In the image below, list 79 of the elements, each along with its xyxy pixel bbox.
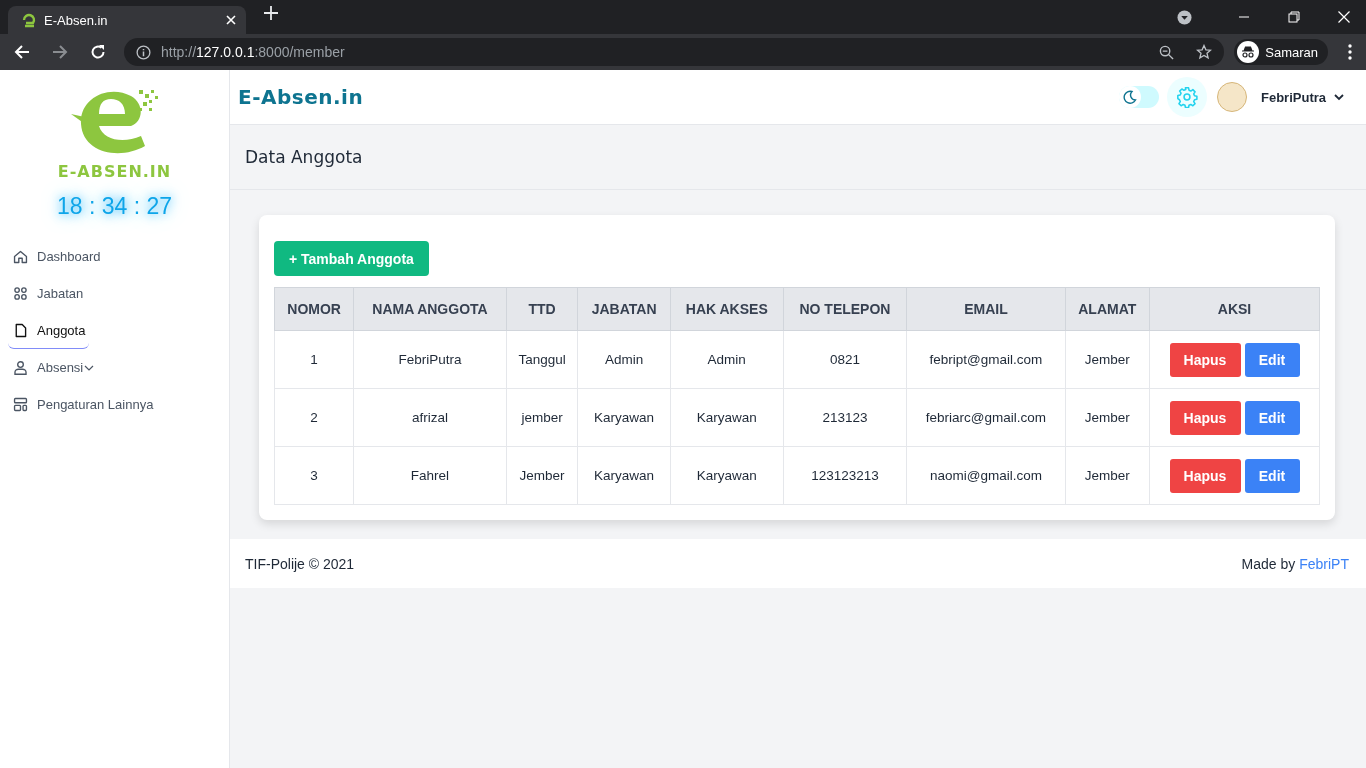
sidebar-item[interactable]: Dashboard	[8, 238, 105, 275]
clock-text: 18 : 34 : 27	[56, 193, 173, 220]
chevron-down-icon[interactable]	[1334, 93, 1344, 101]
user-name[interactable]: FebriPutra	[1261, 89, 1326, 105]
tab-title: E-Absen.in	[44, 12, 109, 28]
delete-button[interactable]: Hapus	[1169, 342, 1241, 377]
column-header: AKSI	[1149, 287, 1320, 331]
edit-button[interactable]: Edit	[1244, 458, 1300, 493]
column-header: JABATAN	[577, 287, 671, 331]
star-icon[interactable]	[1196, 44, 1213, 60]
brand-title: E-Absen.in	[238, 85, 365, 109]
sidebar-item[interactable]: Jabatan	[8, 275, 88, 312]
page-title: Data Anggota	[230, 125, 1366, 190]
profile-button[interactable]: Samaran	[1234, 39, 1328, 65]
e-logo-icon	[22, 12, 36, 28]
table-cell: 0821	[783, 330, 907, 389]
back-icon[interactable]	[14, 44, 30, 60]
table-cell: Jember	[1065, 330, 1150, 389]
table-cell: Fahrel	[353, 446, 507, 505]
chevron-down-icon	[84, 364, 95, 371]
table-cell: naomi@gmail.com	[906, 446, 1066, 505]
reload-icon[interactable]	[90, 44, 106, 60]
sidebar-item[interactable]: Pengaturan Lainnya	[8, 386, 158, 423]
forward-icon[interactable]	[52, 44, 68, 60]
delete-button[interactable]: Hapus	[1169, 400, 1241, 435]
table-cell: Jember	[1065, 388, 1150, 447]
footer-credit: Made by FebriPT	[1241, 555, 1349, 572]
grid-icon	[12, 285, 29, 302]
table-cell: 213123	[783, 388, 907, 447]
table-cell: Karyawan	[577, 446, 671, 505]
table-cell: Tanggul	[506, 330, 578, 389]
column-header: NO TELEPON	[783, 287, 907, 331]
url-text: http://127.0.0.1:8000/member	[161, 44, 346, 60]
table-cell: FebriPutra	[353, 330, 507, 389]
table-cell: afrizal	[353, 388, 507, 447]
table-cell: 3	[274, 446, 354, 505]
info-icon[interactable]	[136, 44, 151, 60]
close-icon[interactable]	[1338, 11, 1350, 23]
table-cell: Admin	[577, 330, 671, 389]
sidebar-item[interactable]: Anggota	[8, 312, 90, 349]
layout-icon	[12, 396, 29, 413]
home-icon	[12, 248, 29, 265]
column-header: NOMOR	[274, 287, 354, 331]
edit-button[interactable]: Edit	[1244, 342, 1300, 377]
dark-mode-toggle[interactable]	[1119, 86, 1159, 108]
table-cell: 123123213	[783, 446, 907, 505]
column-header: HAK AKSES	[670, 287, 784, 331]
table-cell: 2	[274, 388, 354, 447]
table-cell: Jember	[1065, 446, 1150, 505]
moon-icon	[1123, 90, 1137, 104]
table-cell: 1	[274, 330, 354, 389]
delete-button[interactable]: Hapus	[1169, 458, 1241, 493]
footer-copyright: TIF-Polije © 2021	[245, 555, 355, 572]
close-icon[interactable]	[226, 15, 236, 25]
menu-icon[interactable]	[1348, 44, 1352, 60]
table-cell: Karyawan	[670, 388, 784, 447]
user-icon	[12, 359, 29, 376]
table-cell: febriarc@gmail.com	[906, 388, 1066, 447]
sidebar-item[interactable]: Absensi	[8, 349, 99, 386]
table-cell: Karyawan	[577, 388, 671, 447]
table-cell: Admin	[670, 330, 784, 389]
column-header: TTD	[506, 287, 578, 331]
table-cell: Jember	[506, 446, 578, 505]
restore-icon[interactable]	[1288, 11, 1300, 23]
incognito-icon	[1237, 41, 1260, 63]
tab-search-icon[interactable]	[1177, 9, 1192, 25]
column-header: ALAMAT	[1065, 287, 1150, 331]
column-header: NAMA ANGGOTA	[353, 287, 507, 331]
table-cell: jember	[506, 388, 578, 447]
author-link[interactable]: FebriPT	[1299, 555, 1349, 572]
zoom-out-icon[interactable]	[1159, 44, 1175, 60]
settings-icon	[1176, 86, 1198, 108]
browser-tab[interactable]: E-Absen.in	[8, 6, 246, 34]
table-cell: Karyawan	[670, 446, 784, 505]
edit-button[interactable]: Edit	[1244, 400, 1300, 435]
column-header: EMAIL	[906, 287, 1066, 331]
address-bar[interactable]: http://127.0.0.1:8000/member	[124, 38, 1225, 66]
logo-text: E-ABSEN.IN	[57, 162, 172, 181]
table-cell: febript@gmail.com	[906, 330, 1066, 389]
